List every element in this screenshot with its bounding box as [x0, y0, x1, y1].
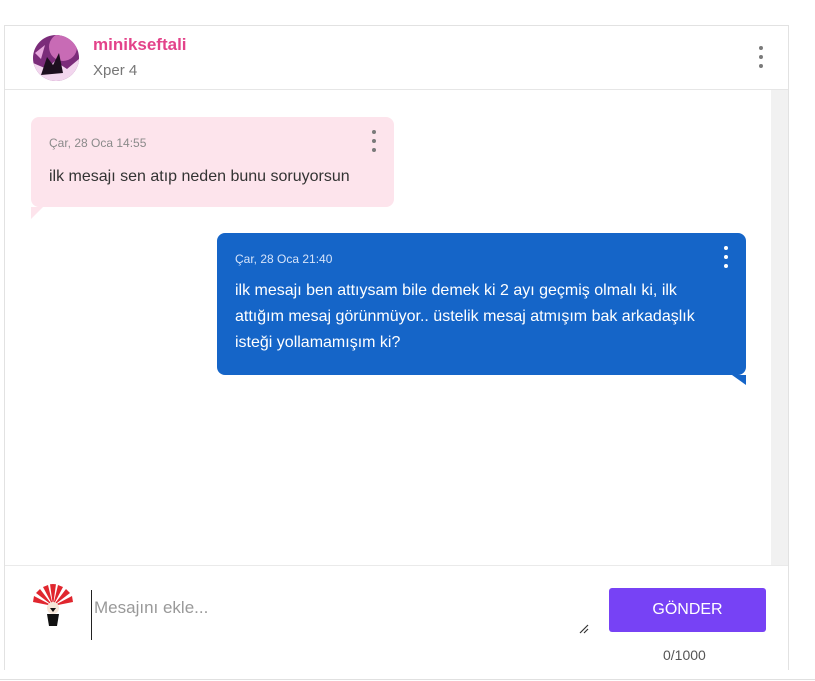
scrollbar[interactable] [771, 90, 788, 565]
my-avatar-icon [31, 584, 75, 628]
bubble-tail [732, 375, 746, 385]
user-avatar-icon[interactable] [33, 35, 79, 81]
send-button[interactable]: GÖNDER [609, 588, 766, 632]
username[interactable]: minikseftali [93, 35, 187, 55]
character-counter: 0/1000 [663, 647, 706, 663]
incoming-message: Çar, 28 Oca 14:55 ilk mesajı sen atıp ne… [31, 117, 394, 219]
more-options-icon[interactable] [758, 46, 764, 68]
resize-grip-icon[interactable] [579, 624, 589, 634]
message-text: ilk mesajı ben attıysam bile demek ki 2 … [235, 282, 695, 351]
conversation-panel: minikseftali Xper 4 Çar, 28 Oca 14:55 il… [4, 25, 789, 671]
message-input[interactable] [91, 590, 591, 640]
message-timestamp: Çar, 28 Oca 14:55 [49, 136, 147, 150]
message-list: Çar, 28 Oca 14:55 ilk mesajı sen atıp ne… [5, 90, 771, 565]
message-text: ilk mesajı sen atıp neden bunu soruyorsu… [49, 168, 350, 185]
divider [0, 679, 815, 680]
message-options-icon[interactable] [371, 130, 377, 152]
bubble-tail [31, 207, 43, 219]
outgoing-message: Çar, 28 Oca 21:40 ilk mesajı ben attıysa… [217, 233, 746, 385]
conversation-header: minikseftali Xper 4 [5, 26, 788, 90]
message-options-icon[interactable] [723, 246, 729, 268]
message-timestamp: Çar, 28 Oca 21:40 [235, 252, 333, 266]
message-composer: GÖNDER 0/1000 [5, 565, 788, 671]
user-level: Xper 4 [93, 62, 138, 79]
